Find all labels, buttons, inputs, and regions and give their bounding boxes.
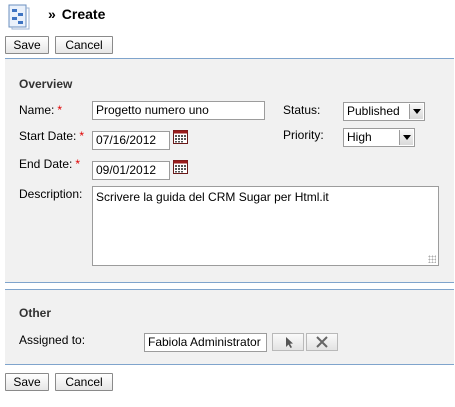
save-button[interactable]: Save bbox=[5, 36, 49, 54]
breadcrumb-chevron: » bbox=[48, 6, 56, 22]
name-field[interactable]: Progetto numero uno bbox=[92, 101, 265, 120]
description-text: Scrivere la guida del CRM Sugar per Html… bbox=[96, 190, 329, 204]
project-module-icon bbox=[8, 4, 30, 30]
priority-select[interactable]: High bbox=[343, 128, 415, 147]
calendar-icon[interactable] bbox=[173, 159, 188, 174]
clear-user-button[interactable] bbox=[306, 333, 338, 351]
calendar-icon[interactable] bbox=[173, 129, 188, 144]
select-user-button[interactable] bbox=[272, 333, 304, 351]
close-x-icon bbox=[316, 336, 328, 348]
save-button-bottom[interactable]: Save bbox=[5, 373, 49, 391]
end-date-label: End Date: * bbox=[19, 157, 81, 171]
status-label: Status: bbox=[283, 103, 321, 117]
start-date-label: Start Date: * bbox=[19, 129, 85, 143]
assigned-to-field[interactable]: Fabiola Administrator bbox=[144, 333, 267, 352]
status-select[interactable]: Published bbox=[343, 102, 425, 121]
priority-label: Priority: bbox=[283, 128, 324, 142]
priority-value: High bbox=[347, 130, 372, 144]
page-title: » Create bbox=[48, 6, 105, 22]
resize-grip-icon[interactable] bbox=[428, 255, 436, 263]
status-value: Published bbox=[347, 104, 400, 118]
start-date-field[interactable]: 07/16/2012 bbox=[92, 131, 170, 150]
other-panel bbox=[5, 289, 454, 365]
other-title: Other bbox=[19, 306, 52, 320]
chevron-down-icon bbox=[409, 104, 423, 119]
required-marker: * bbox=[79, 129, 85, 143]
end-date-field[interactable]: 09/01/2012 bbox=[92, 161, 170, 180]
cursor-arrow-icon bbox=[286, 337, 293, 348]
description-label: Description: bbox=[19, 187, 83, 201]
cancel-button[interactable]: Cancel bbox=[55, 36, 113, 54]
assigned-to-label: Assigned to: bbox=[19, 333, 86, 347]
required-marker: * bbox=[57, 103, 63, 117]
cancel-button-bottom[interactable]: Cancel bbox=[55, 373, 113, 391]
description-textarea[interactable]: Scrivere la guida del CRM Sugar per Html… bbox=[92, 186, 439, 266]
name-label: Name: * bbox=[19, 103, 63, 117]
required-marker: * bbox=[75, 157, 81, 171]
overview-title: Overview bbox=[19, 77, 73, 91]
chevron-down-icon bbox=[399, 130, 413, 145]
page-title-text: Create bbox=[61, 6, 106, 22]
